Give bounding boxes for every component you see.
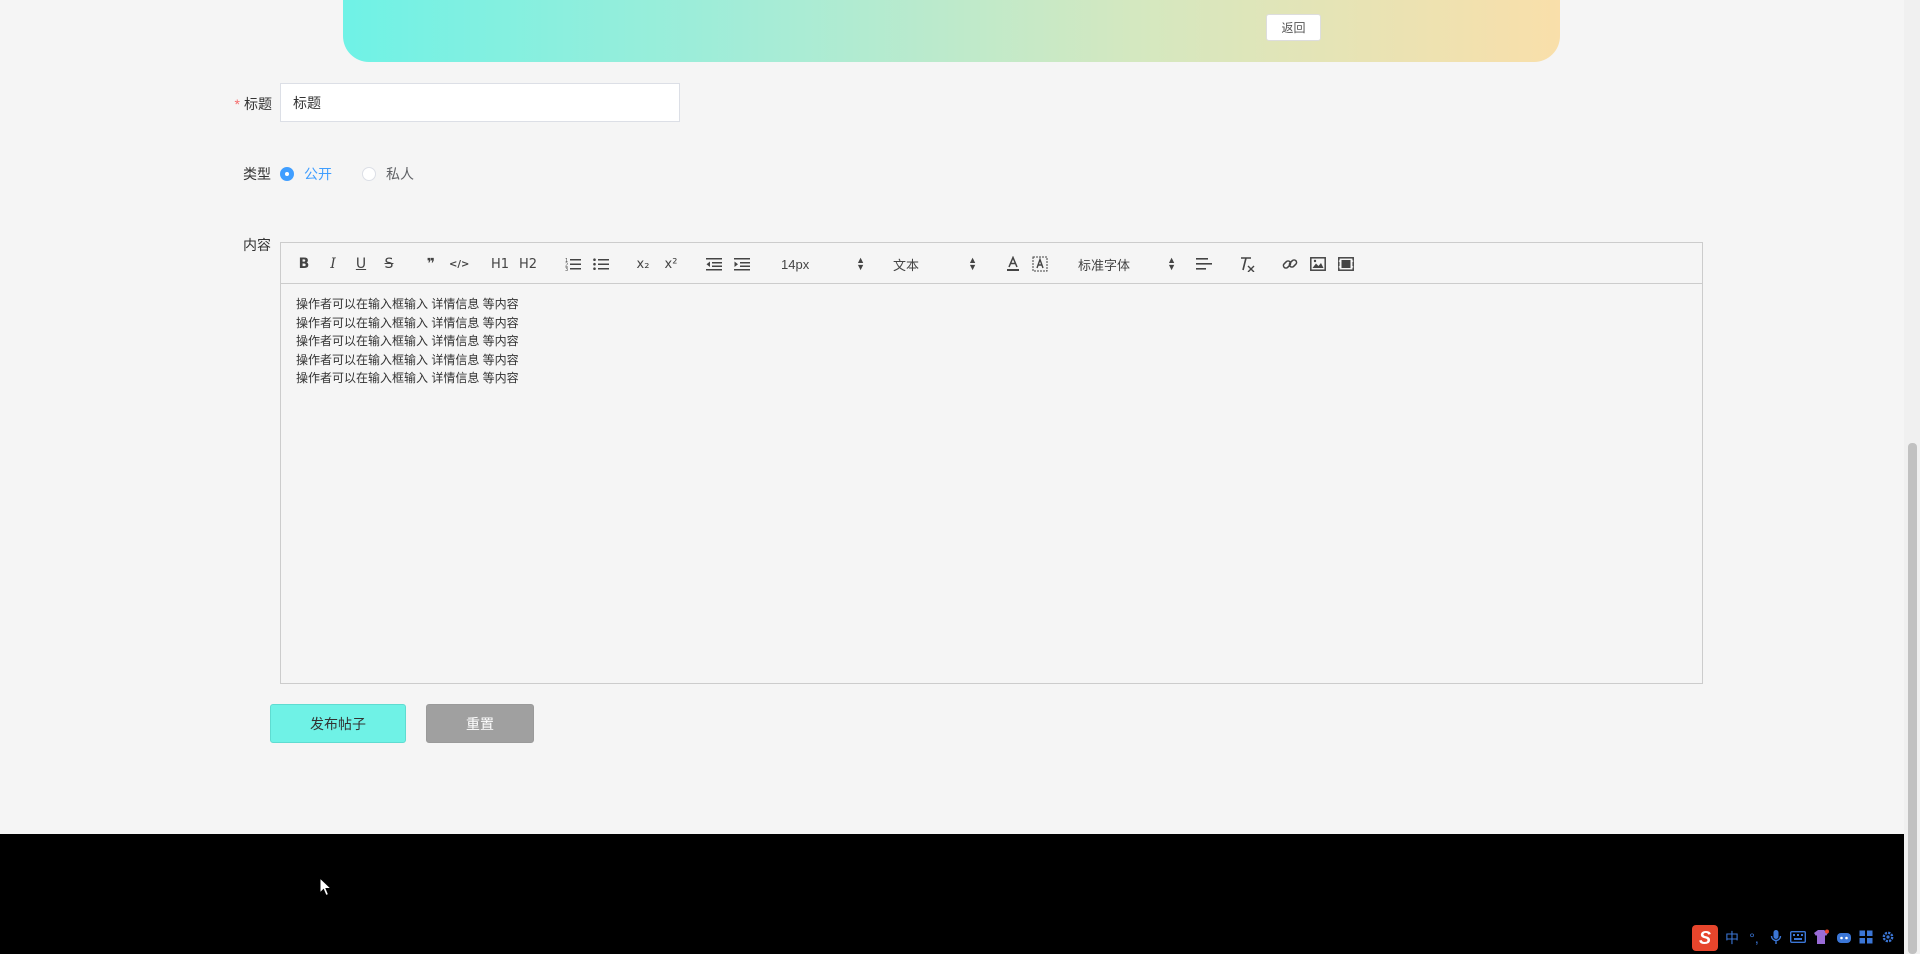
assistant-icon[interactable] [1836,930,1852,947]
select-arrows-icon: ▲ ▼ [1167,255,1176,272]
video-icon[interactable] [1337,255,1355,273]
header-select[interactable]: 文本 ▲ ▼ [893,255,977,273]
editor-toolbar: B I U S ❞ </> H1 H2 123 x₂ x² 14px ▲ ▼ 文… [281,243,1702,284]
ime-mode-toggle[interactable]: 中 [1724,928,1740,948]
align-icon[interactable] [1195,255,1213,273]
italic-button[interactable]: I [324,255,342,273]
text-color-icon[interactable] [1004,255,1022,273]
h1-button[interactable]: H1 [491,255,509,273]
content-line: 操作者可以在输入框输入 详情信息 等内容 [296,371,519,385]
keyboard-icon[interactable] [1789,930,1807,946]
radio-private[interactable]: 私人 [362,164,414,184]
publish-post-button[interactable]: 发布帖子 [270,704,406,743]
vertical-scrollbar[interactable] [1904,0,1920,954]
title-label: * 标题 [212,94,272,114]
svg-text:3: 3 [565,267,568,271]
punctuation-toggle[interactable]: °, [1746,930,1762,946]
h2-button[interactable]: H2 [519,255,537,273]
radio-public-dot[interactable] [280,167,294,181]
skin-icon[interactable] [1812,929,1830,948]
font-size-value: 14px [781,256,810,272]
settings-gear-icon[interactable] [1880,930,1896,947]
blockquote-button[interactable]: ❞ [422,255,440,273]
editor-content-area[interactable]: 操作者可以在输入框输入 详情信息 等内容 操作者可以在输入框输入 详情信息 等内… [281,284,1702,399]
type-label: 类型 [243,166,271,182]
image-icon[interactable] [1309,255,1327,273]
title-input[interactable] [280,83,680,122]
scrollbar-thumb[interactable] [1908,443,1917,954]
title-label-text: 标题 [244,96,272,112]
bullet-list-icon[interactable] [592,255,610,273]
font-family-select[interactable]: 标准字体 ▲ ▼ [1078,255,1176,273]
content-line: 操作者可以在输入框输入 详情信息 等内容 [296,352,519,367]
ime-toolbar: S 中 °, [1692,925,1896,951]
outdent-icon[interactable] [705,255,723,273]
radio-private-label: 私人 [386,166,414,182]
main-content: 返回 *标题 类型 公开 私人 内容 B I U S ❞ </> H [0,0,1904,834]
background-color-icon[interactable] [1031,255,1049,273]
ordered-list-icon[interactable]: 123 [564,255,582,273]
radio-public[interactable]: 公开 [280,164,332,184]
content-line: 操作者可以在输入框输入 详情信息 等内容 [296,297,519,311]
toolbox-icon[interactable] [1858,930,1874,947]
page: 返回 *标题 类型 公开 私人 内容 B I U S ❞ </> H [0,0,1920,954]
indent-icon[interactable] [733,255,751,273]
radio-private-dot[interactable] [362,167,376,181]
code-button[interactable]: </> [449,255,469,273]
link-icon[interactable] [1281,255,1299,273]
back-button[interactable]: 返回 [1266,14,1321,41]
radio-public-label: 公开 [304,166,332,182]
bold-button[interactable]: B [295,255,313,273]
strike-button[interactable]: S [380,255,398,273]
content-line: 操作者可以在输入框输入 详情信息 等内容 [296,334,519,348]
reset-button[interactable]: 重置 [426,704,534,743]
header-value: 文本 [893,257,920,273]
subscript-button[interactable]: x₂ [634,255,652,273]
sogou-ime-logo-icon[interactable]: S [1692,925,1718,951]
required-mark: * [234,96,240,112]
select-arrows-icon: ▲ ▼ [856,255,865,272]
underline-button[interactable]: U [352,255,370,273]
rich-text-editor: B I U S ❞ </> H1 H2 123 x₂ x² 14px ▲ ▼ 文… [280,242,1703,684]
microphone-icon[interactable] [1768,929,1784,948]
footer [0,834,1904,954]
content-line: 操作者可以在输入框输入 详情信息 等内容 [296,315,519,330]
select-arrows-icon: ▲ ▼ [968,255,977,272]
header-banner: 返回 [343,0,1560,62]
content-label: 内容 [243,237,271,253]
font-family-value: 标准字体 [1078,257,1131,273]
superscript-button[interactable]: x² [662,255,680,273]
font-size-select[interactable]: 14px ▲ ▼ [781,255,865,273]
clear-format-icon[interactable] [1238,255,1256,273]
